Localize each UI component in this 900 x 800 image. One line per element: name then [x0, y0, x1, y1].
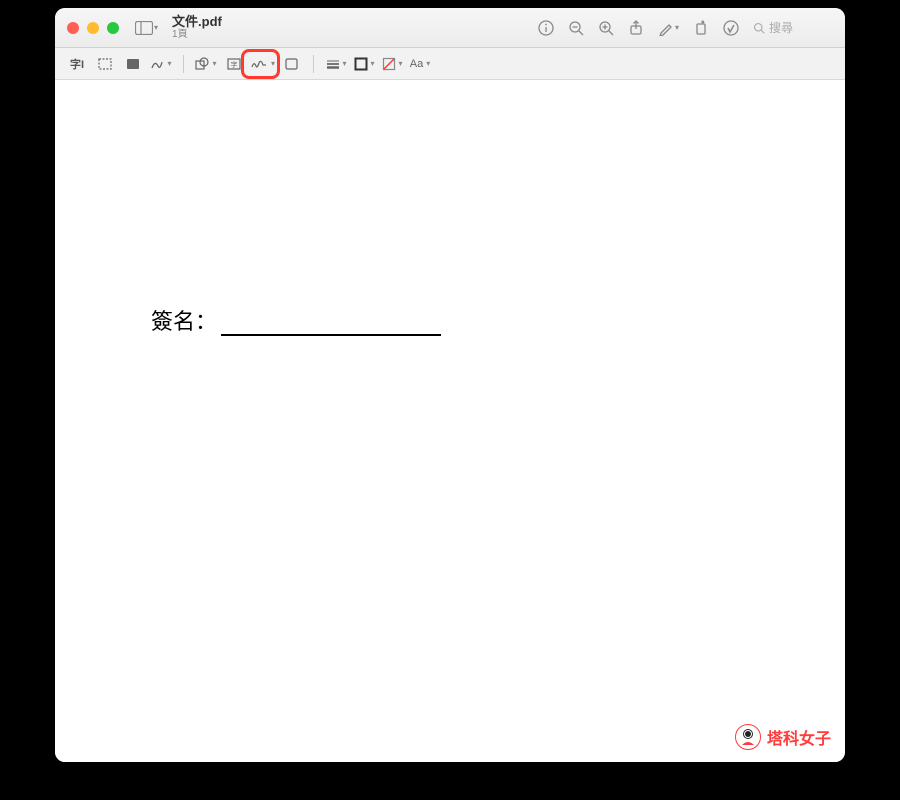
chevron-down-icon: ▾	[426, 59, 430, 68]
toolbar-right-group: ▾ 搜尋	[538, 19, 833, 36]
minimize-window-button[interactable]	[87, 22, 99, 34]
redact-tool[interactable]	[121, 53, 145, 75]
watermark-text: 塔科女子	[767, 725, 831, 749]
signature-line	[221, 320, 441, 336]
zoom-out-button[interactable]	[568, 20, 584, 36]
page-count: 1頁	[172, 29, 222, 40]
search-field[interactable]: 搜尋	[753, 19, 833, 36]
info-button[interactable]	[538, 20, 554, 36]
border-color-tool[interactable]: ▾	[352, 53, 376, 75]
chevron-down-icon: ▾	[675, 23, 679, 32]
divider	[183, 55, 184, 73]
search-icon	[753, 22, 765, 34]
window-controls	[67, 22, 119, 34]
text-style-label: Aa	[410, 58, 423, 70]
markup-button[interactable]: ▾	[658, 20, 679, 36]
title-block: 文件.pdf 1頁	[172, 15, 222, 40]
chevron-down-icon: ▾	[154, 23, 158, 32]
zoom-in-button[interactable]	[598, 20, 614, 36]
maximize-window-button[interactable]	[107, 22, 119, 34]
chevron-down-icon: ▾	[212, 59, 216, 68]
rotate-button[interactable]	[693, 20, 709, 36]
title-bar: ▾ 文件.pdf 1頁 ▾	[55, 8, 845, 48]
svg-text:字: 字	[231, 60, 238, 69]
highlight-button[interactable]	[723, 20, 739, 36]
text-selection-tool[interactable]: 字I	[65, 53, 89, 75]
sketch-tool[interactable]: ▾	[149, 53, 173, 75]
document-title: 文件.pdf	[172, 15, 222, 29]
signature-label: 簽名：	[151, 304, 217, 336]
text-style-tool[interactable]: Aa ▾	[408, 53, 432, 75]
signature-tool[interactable]: ▾	[250, 53, 275, 75]
rectangular-selection-tool[interactable]	[93, 53, 117, 75]
watermark: 塔科女子	[735, 724, 831, 750]
share-button[interactable]	[628, 20, 644, 36]
line-style-tool[interactable]: ▾	[324, 53, 348, 75]
sidebar-toggle-button[interactable]: ▾	[135, 21, 158, 35]
chevron-down-icon: ▾	[399, 59, 403, 68]
text-tool[interactable]: 字	[222, 53, 246, 75]
chevron-down-icon: ▾	[167, 59, 171, 68]
chevron-down-icon: ▾	[271, 59, 275, 68]
markup-toolbar: 字I ▾ ▾ 字 ▾ ▾	[55, 48, 845, 80]
document-viewport[interactable]: 簽名： 塔科女子	[55, 80, 845, 762]
fill-color-tool[interactable]: ▾	[380, 53, 404, 75]
preview-window: ▾ 文件.pdf 1頁 ▾	[55, 8, 845, 762]
watermark-avatar-icon	[735, 724, 761, 750]
chevron-down-icon: ▾	[371, 59, 375, 68]
note-tool[interactable]	[279, 53, 303, 75]
chevron-down-icon: ▾	[343, 59, 347, 68]
shapes-tool[interactable]: ▾	[194, 53, 218, 75]
signature-field: 簽名：	[151, 304, 441, 336]
search-placeholder: 搜尋	[769, 19, 793, 36]
divider	[313, 55, 314, 73]
close-window-button[interactable]	[67, 22, 79, 34]
